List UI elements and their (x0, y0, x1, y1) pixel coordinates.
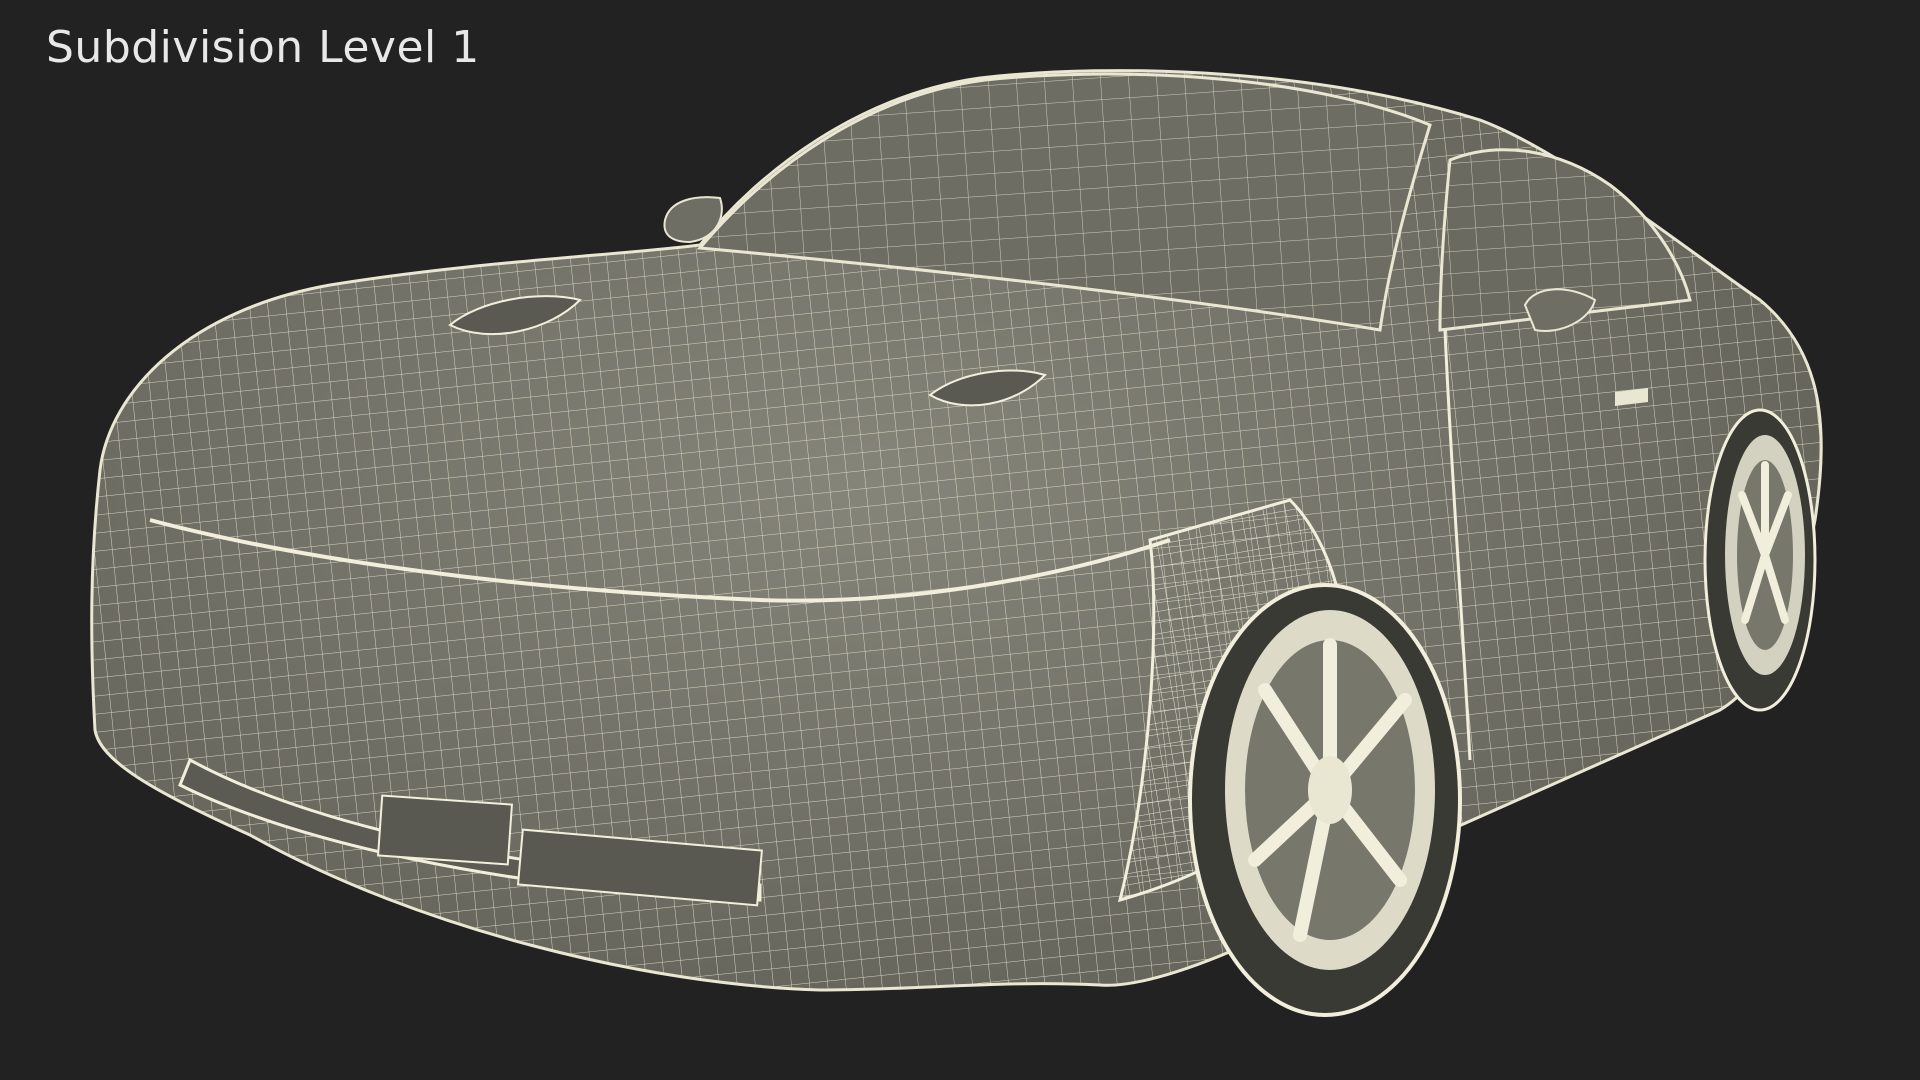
render-viewport: Subdivision Level 1 (0, 0, 1920, 1080)
car-wireframe-render (90, 69, 1823, 1017)
subdivision-level-label: Subdivision Level 1 (46, 22, 480, 73)
rear-wheel (1703, 408, 1817, 712)
front-wheel (1188, 583, 1462, 1017)
